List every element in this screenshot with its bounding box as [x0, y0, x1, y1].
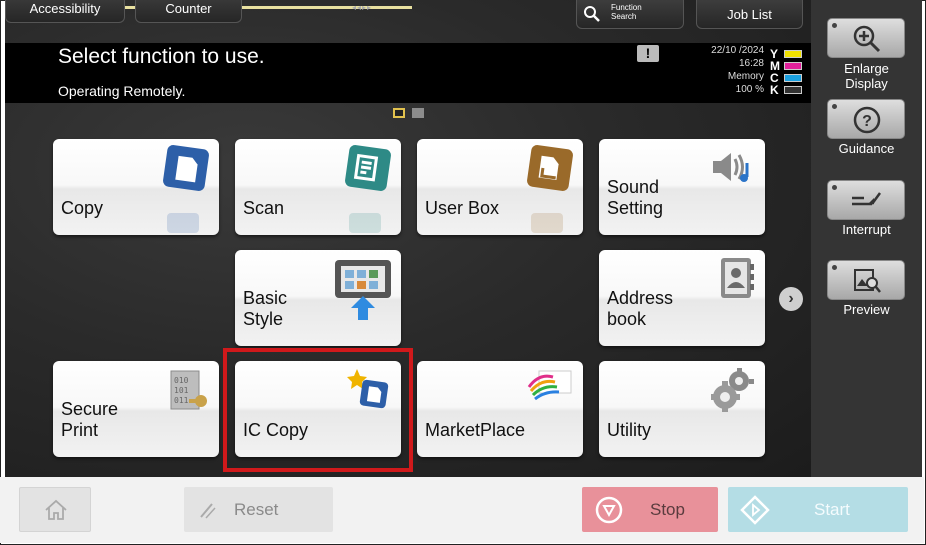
marketplace-icon	[527, 370, 572, 401]
job-list-label: Job List	[727, 7, 772, 22]
utility-tile[interactable]: Utility	[599, 361, 765, 457]
user-box-label: User Box	[425, 198, 500, 218]
stop-icon	[595, 496, 623, 524]
reset-label: Reset	[234, 500, 279, 519]
indicator-dot	[832, 185, 837, 190]
toner-level-bar	[784, 50, 802, 58]
page-dot-1[interactable]	[393, 108, 405, 118]
counter-tab[interactable]: Counter	[135, 0, 242, 23]
selection-highlight	[223, 348, 413, 472]
status-message: Operating Remotely.	[58, 83, 186, 99]
guidance-button[interactable]: ?	[827, 99, 905, 139]
zoom-in-icon	[853, 25, 881, 53]
marketplace-tile[interactable]: MarketPlace	[417, 361, 583, 457]
copy-tile[interactable]: Copy	[53, 139, 219, 235]
function-search-tab[interactable]: Function Search	[576, 0, 684, 29]
device-status: 22/10 /2024 16:28 Memory 100 %	[690, 44, 764, 96]
enlarge-display-button[interactable]	[827, 18, 905, 58]
sound-setting-label: Sound Setting	[607, 177, 664, 218]
gear-icon	[711, 368, 754, 412]
speaker-icon	[713, 153, 749, 182]
toner-letter: K	[770, 83, 779, 97]
user-box-icon	[527, 145, 573, 191]
address-book-label: Address book	[607, 288, 674, 329]
date-text: 22/10 /2024	[711, 45, 764, 56]
page-title: Select function to use.	[58, 45, 265, 68]
scan-tile[interactable]: Scan	[235, 139, 401, 235]
help-icon: ?	[853, 106, 881, 134]
secure-print-tile[interactable]: 010 101 011 Secure Print	[53, 361, 219, 457]
indicator-dot	[832, 104, 837, 109]
interrupt-icon	[852, 192, 882, 206]
user-box-tile[interactable]: User Box	[417, 139, 583, 235]
reset-icon	[200, 503, 216, 519]
page-dot-2[interactable]	[412, 108, 424, 118]
guidance-label: Guidance	[838, 141, 895, 156]
sound-setting-tile[interactable]: Sound Setting	[599, 139, 765, 235]
memory-value: 100 %	[735, 84, 764, 95]
time-text: 16:28	[738, 58, 764, 69]
next-page-arrow-icon[interactable]: ›	[779, 287, 803, 311]
home-button[interactable]	[19, 487, 91, 532]
copy-reflection-icon	[167, 213, 199, 233]
toner-level-bar	[784, 86, 802, 94]
job-list-tab[interactable]: Job List	[696, 0, 803, 29]
accessibility-label: Accessibility	[29, 1, 101, 16]
toner-k: K	[770, 83, 802, 97]
basic-style-label: Basic Style	[243, 288, 288, 329]
utility-label: Utility	[607, 420, 651, 440]
interrupt-button[interactable]	[827, 180, 905, 220]
stop-label: Stop	[650, 500, 685, 519]
svg-text:?: ?	[862, 113, 872, 130]
copy-label: Copy	[61, 198, 104, 218]
enlarge-display-label: Enlarge Display	[844, 61, 889, 91]
svg-text:011: 011	[174, 396, 189, 405]
secure-print-icon: 010 101 011	[170, 370, 207, 410]
preview-icon	[854, 269, 881, 293]
reset-button[interactable]: Reset	[184, 487, 333, 532]
memory-label: Memory	[727, 71, 764, 82]
start-button[interactable]: Start	[728, 487, 908, 532]
svg-text:101: 101	[174, 386, 189, 395]
start-label: Start	[814, 500, 850, 519]
function-search-label: Function Search	[611, 3, 642, 21]
basic-style-icon	[335, 260, 391, 320]
copy-icon	[163, 145, 209, 191]
start-icon	[740, 495, 770, 525]
toner-level-bar	[784, 74, 802, 82]
indicator-dot	[832, 265, 837, 270]
warning-icon[interactable]: !	[637, 45, 659, 62]
secure-print-label: Secure Print	[61, 399, 119, 440]
svg-text:010: 010	[174, 376, 189, 385]
search-icon	[584, 6, 600, 22]
basic-style-tile[interactable]: Basic Style	[235, 250, 401, 346]
user-box-reflection-icon	[531, 213, 563, 233]
address-book-tile[interactable]: Address book	[599, 250, 765, 346]
home-icon	[45, 499, 67, 520]
scan-icon	[345, 145, 391, 191]
indicator-dot	[832, 23, 837, 28]
marketplace-label: MarketPlace	[425, 420, 526, 440]
scan-label: Scan	[243, 198, 285, 218]
preview-button[interactable]	[827, 260, 905, 300]
toner-levels: YMCK	[770, 47, 802, 97]
address-book-icon	[721, 258, 754, 298]
toner-level-bar	[784, 62, 802, 70]
preview-label: Preview	[843, 302, 890, 317]
accessibility-tab[interactable]: Accessibility	[5, 0, 125, 23]
interrupt-label: Interrupt	[842, 222, 891, 237]
counter-label: Counter	[165, 1, 212, 16]
drag-handle-icon[interactable]: ◂◂▸▸	[352, 3, 372, 12]
stop-button[interactable]: Stop	[582, 487, 718, 532]
scan-reflection-icon	[349, 213, 381, 233]
